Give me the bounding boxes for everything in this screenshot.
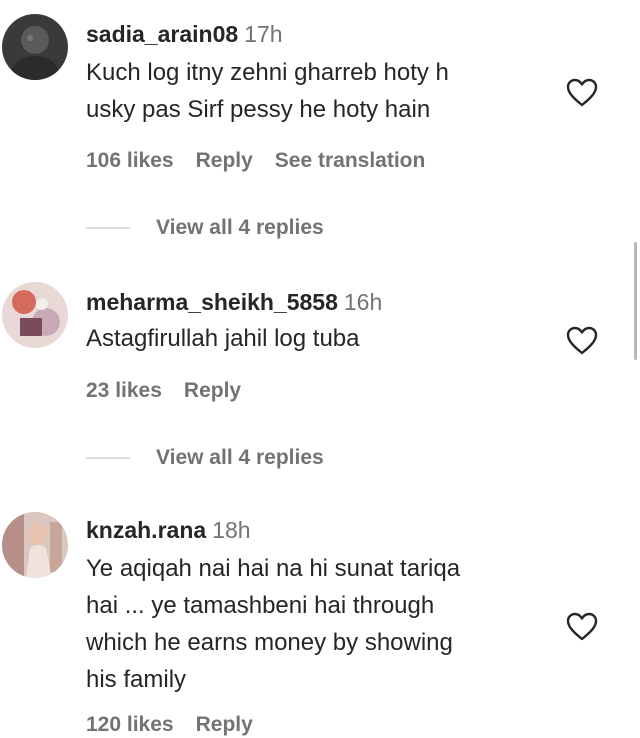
comment-actions: 23 likes Reply [86,378,263,404]
comment-text-line: which he earns money by showing [86,629,453,656]
comment-text-line: Kuch log itny zehni gharreb hoty h [86,59,449,86]
avatar[interactable] [2,14,68,80]
likes-count[interactable]: 106 likes [86,149,174,172]
likes-count[interactable]: 23 likes [86,379,162,402]
timestamp: 17h [244,21,283,47]
comment-actions: 120 likes Reply [86,712,275,738]
avatar[interactable] [2,282,68,348]
comment-text-line: usky pas Sirf pessy he hoty hain [86,96,431,123]
username[interactable]: sadia_arain08 [86,21,238,47]
username[interactable]: meharma_sheikh_5858 [86,289,338,315]
username[interactable]: knzah.rana [86,517,206,543]
timestamp: 18h [212,517,251,543]
reply-button[interactable]: Reply [184,379,241,402]
view-replies-button[interactable]: View all 4 replies [156,216,324,239]
view-replies-button[interactable]: View all 4 replies [156,446,324,469]
heart-icon[interactable] [566,78,598,108]
comment-header: sadia_arain08 17h [86,20,283,48]
reply-button[interactable]: Reply [196,713,253,736]
view-replies[interactable]: View all 4 replies [86,446,324,476]
heart-icon[interactable] [566,612,598,642]
view-replies[interactable]: View all 4 replies [86,216,324,246]
comment-actions: 106 likes Reply See translation [86,148,447,174]
replies-divider [86,227,130,229]
timestamp: 16h [343,289,383,315]
scrollbar[interactable] [634,242,637,360]
replies-divider [86,457,130,459]
reply-button[interactable]: Reply [196,149,253,172]
comment-text-line: hai ... ye tamashbeni hai through [86,592,435,619]
comment-header: meharma_sheikh_5858 16h [86,288,382,316]
likes-count[interactable]: 120 likes [86,713,174,736]
comment-text-line: his family [86,666,187,693]
heart-icon[interactable] [566,326,598,356]
comment-text-line: Astagfirullah jahil log tuba [86,325,360,352]
see-translation-button[interactable]: See translation [275,149,426,172]
comment-text: Kuch log itny zehni gharreb hoty h usky … [86,54,556,128]
comment-text: Astagfirullah jahil log tuba [86,320,556,357]
comment-text-line: Ye aqiqah nai hai na hi sunat tariqa [86,555,461,582]
avatar[interactable] [2,512,68,578]
comment-text: Ye aqiqah nai hai na hi sunat tariqa hai… [86,550,556,698]
comment-header: knzah.rana 18h [86,516,251,544]
